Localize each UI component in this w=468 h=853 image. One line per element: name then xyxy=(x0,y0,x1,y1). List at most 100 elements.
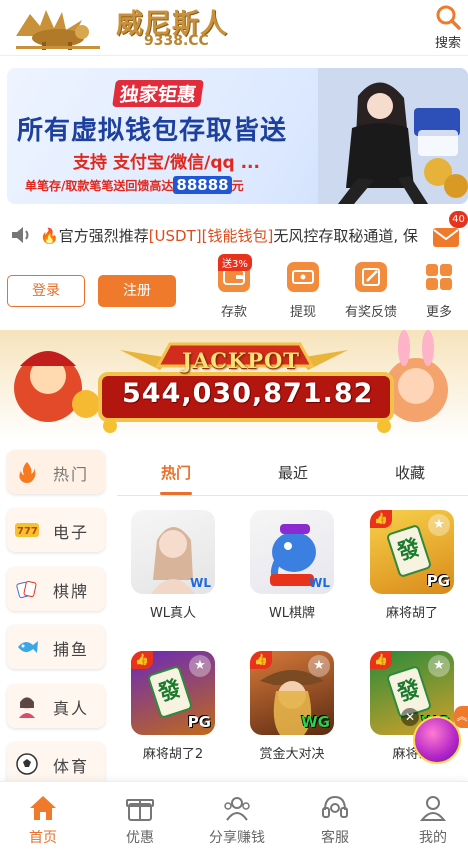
category-hot[interactable]: 热门 xyxy=(7,450,105,494)
nav-home-label: 首页 xyxy=(29,830,57,846)
svg-text:777: 777 xyxy=(17,526,38,537)
search-button[interactable]: 搜索 xyxy=(430,4,466,52)
banner-model-image xyxy=(318,68,468,204)
banner-amount: 88888 xyxy=(173,176,232,194)
notice-text[interactable]: 🔥官方强烈推荐[USDT][钱能钱包]无风控存取秘通道, 保 xyxy=(40,225,428,246)
category-fishing-label: 捕鱼 xyxy=(53,640,90,659)
tab-recent[interactable]: 最近 xyxy=(278,462,308,483)
promo-banner[interactable]: 独家钜惠 所有虚拟钱包存取皆送 支持 支付宝/微信/qq ... 单笔存/取款笔… xyxy=(7,68,468,204)
favorite-star-icon[interactable]: ★ xyxy=(308,655,330,677)
register-button[interactable]: 注册 xyxy=(98,275,176,307)
mahjong-tile: 發 xyxy=(146,664,194,720)
banner-note: 单笔存/取款笔笔送回馈高达 88888 元 xyxy=(25,176,244,194)
share-users-icon xyxy=(224,797,250,821)
nav-support[interactable]: 客服 xyxy=(295,794,375,847)
provider-logo: PG xyxy=(187,713,211,731)
thumbs-up-icon: 👍 xyxy=(131,651,153,669)
gift-icon xyxy=(126,799,154,821)
mahjong-tile: 發 xyxy=(385,523,433,579)
chevron-up-icon[interactable]: ︽ xyxy=(454,706,468,728)
game-card-wl-cards[interactable]: WL WL棋牌 xyxy=(242,510,342,621)
game-name: 赏金大对决 xyxy=(259,747,325,762)
thumbs-up-icon: 👍 xyxy=(370,510,392,528)
tab-favorites[interactable]: 收藏 xyxy=(395,462,425,483)
thumbs-up-icon: 👍 xyxy=(250,651,272,669)
category-cards[interactable]: 棋牌 xyxy=(7,567,105,611)
withdraw-button[interactable]: 提现 xyxy=(275,262,331,322)
tab-hot[interactable]: 热门 xyxy=(161,462,191,483)
top-header: 威尼斯人 9338.CC 搜索 xyxy=(0,0,468,56)
feedback-label: 有奖反馈 xyxy=(344,305,397,320)
jackpot-value: 544,030,871.82 xyxy=(122,378,374,409)
feedback-icon xyxy=(355,262,387,292)
banner-note-text: 单笔存/取款笔笔送回馈高达 xyxy=(25,179,174,193)
notice-highlight-wallet: [钱能钱包] xyxy=(201,227,274,245)
fish-icon xyxy=(18,641,38,653)
soccer-ball-icon xyxy=(16,753,38,775)
nav-profile-label: 我的 xyxy=(419,830,447,846)
bottom-nav: 首页 优惠 分享赚钱 客服 我的 xyxy=(0,781,468,853)
game-thumb: 發 👍 ★ PG xyxy=(131,651,215,735)
jackpot-title: JACKPOT xyxy=(182,348,300,373)
game-name: WL真人 xyxy=(149,606,197,621)
favorite-star-icon[interactable]: ★ xyxy=(428,514,450,536)
banner-subline: 支持 支付宝/微信/qq ... xyxy=(73,153,260,173)
provider-logo: PG xyxy=(426,572,450,590)
playing-cards-icon xyxy=(16,580,37,599)
provider-logo: WL xyxy=(190,576,211,590)
notice-prefix: 官方强烈推荐 xyxy=(58,227,149,245)
provider-logo: WG xyxy=(301,713,330,731)
logo[interactable]: 威尼斯人 9338.CC xyxy=(12,2,247,52)
game-card-mahjong-ways[interactable]: 發 👍 ★ PG 麻将胡了 xyxy=(362,510,462,621)
nav-promotions-label: 优惠 xyxy=(126,830,154,846)
feedback-button[interactable]: 有奖反馈 xyxy=(343,262,399,322)
category-fishing[interactable]: 捕鱼 xyxy=(7,625,105,669)
deposit-button[interactable]: 送3% 存款 xyxy=(206,254,262,322)
brand-domain: 9338.CC xyxy=(144,33,209,49)
banner-unit: 元 xyxy=(231,179,244,193)
game-card-bounty-showdown[interactable]: 👍 ★ WG 赏金大对决 xyxy=(242,651,342,762)
more-grid-icon xyxy=(423,262,455,292)
more-button[interactable]: 更多 xyxy=(411,262,467,322)
nav-home[interactable]: 首页 xyxy=(3,794,83,847)
close-icon[interactable]: ✕ xyxy=(401,708,419,726)
game-thumb: 👍 ★ WG xyxy=(250,651,334,735)
game-card-wl-live[interactable]: WL WL真人 xyxy=(123,510,223,621)
login-button[interactable]: 登录 xyxy=(7,275,85,307)
favorite-star-icon[interactable]: ★ xyxy=(428,655,450,677)
notice-rest: 无风控存取秘通道, 保 xyxy=(273,227,418,245)
category-cards-label: 棋牌 xyxy=(53,582,90,601)
game-name: WL棋牌 xyxy=(268,606,316,621)
category-sports[interactable]: 体育 xyxy=(7,742,105,786)
nav-referral[interactable]: 分享赚钱 xyxy=(197,794,277,847)
game-thumb: WL xyxy=(250,510,334,594)
search-label: 搜索 xyxy=(434,36,461,51)
live-dealer-icon xyxy=(19,697,35,718)
search-icon xyxy=(436,5,461,30)
game-name: 麻将胡了 xyxy=(385,606,438,621)
favorite-star-icon[interactable]: ★ xyxy=(189,655,211,677)
speaker-icon xyxy=(12,227,29,243)
nav-promotions[interactable]: 优惠 xyxy=(100,794,180,847)
game-card-mahjong-ways-2[interactable]: 發 👍 ★ PG 麻将胡了2 xyxy=(123,651,223,762)
game-thumb: 發 👍 ★ PG xyxy=(370,510,454,594)
game-tabs: 热门 最近 收藏 xyxy=(117,452,468,496)
notice-bar: 🔥官方强烈推荐[USDT][钱能钱包]无风控存取秘通道, 保 xyxy=(0,218,468,252)
category-hot-label: 热门 xyxy=(53,465,90,484)
category-slots[interactable]: 777 电子 xyxy=(7,508,105,552)
category-live-label: 真人 xyxy=(53,699,90,718)
notice-highlight-usdt: [USDT] xyxy=(148,227,202,245)
app-page: 威尼斯人 9338.CC 搜索 独家钜惠 所有虚拟钱包存取皆送 支持 支付宝/微… xyxy=(0,0,468,853)
nav-profile[interactable]: 我的 xyxy=(393,794,468,847)
thumbs-up-icon: 👍 xyxy=(370,651,392,669)
headset-icon xyxy=(322,795,348,818)
nav-support-label: 客服 xyxy=(321,830,349,846)
jackpot-banner[interactable]: JACKPOT 544,030,871.82 xyxy=(0,330,468,440)
withdraw-label: 提现 xyxy=(289,305,316,320)
flame-icon xyxy=(19,462,36,483)
user-icon xyxy=(419,796,447,821)
home-icon xyxy=(30,796,56,820)
withdraw-icon xyxy=(287,262,319,292)
banner-headline: 所有虚拟钱包存取皆送 xyxy=(17,116,288,146)
category-live[interactable]: 真人 xyxy=(7,684,105,728)
